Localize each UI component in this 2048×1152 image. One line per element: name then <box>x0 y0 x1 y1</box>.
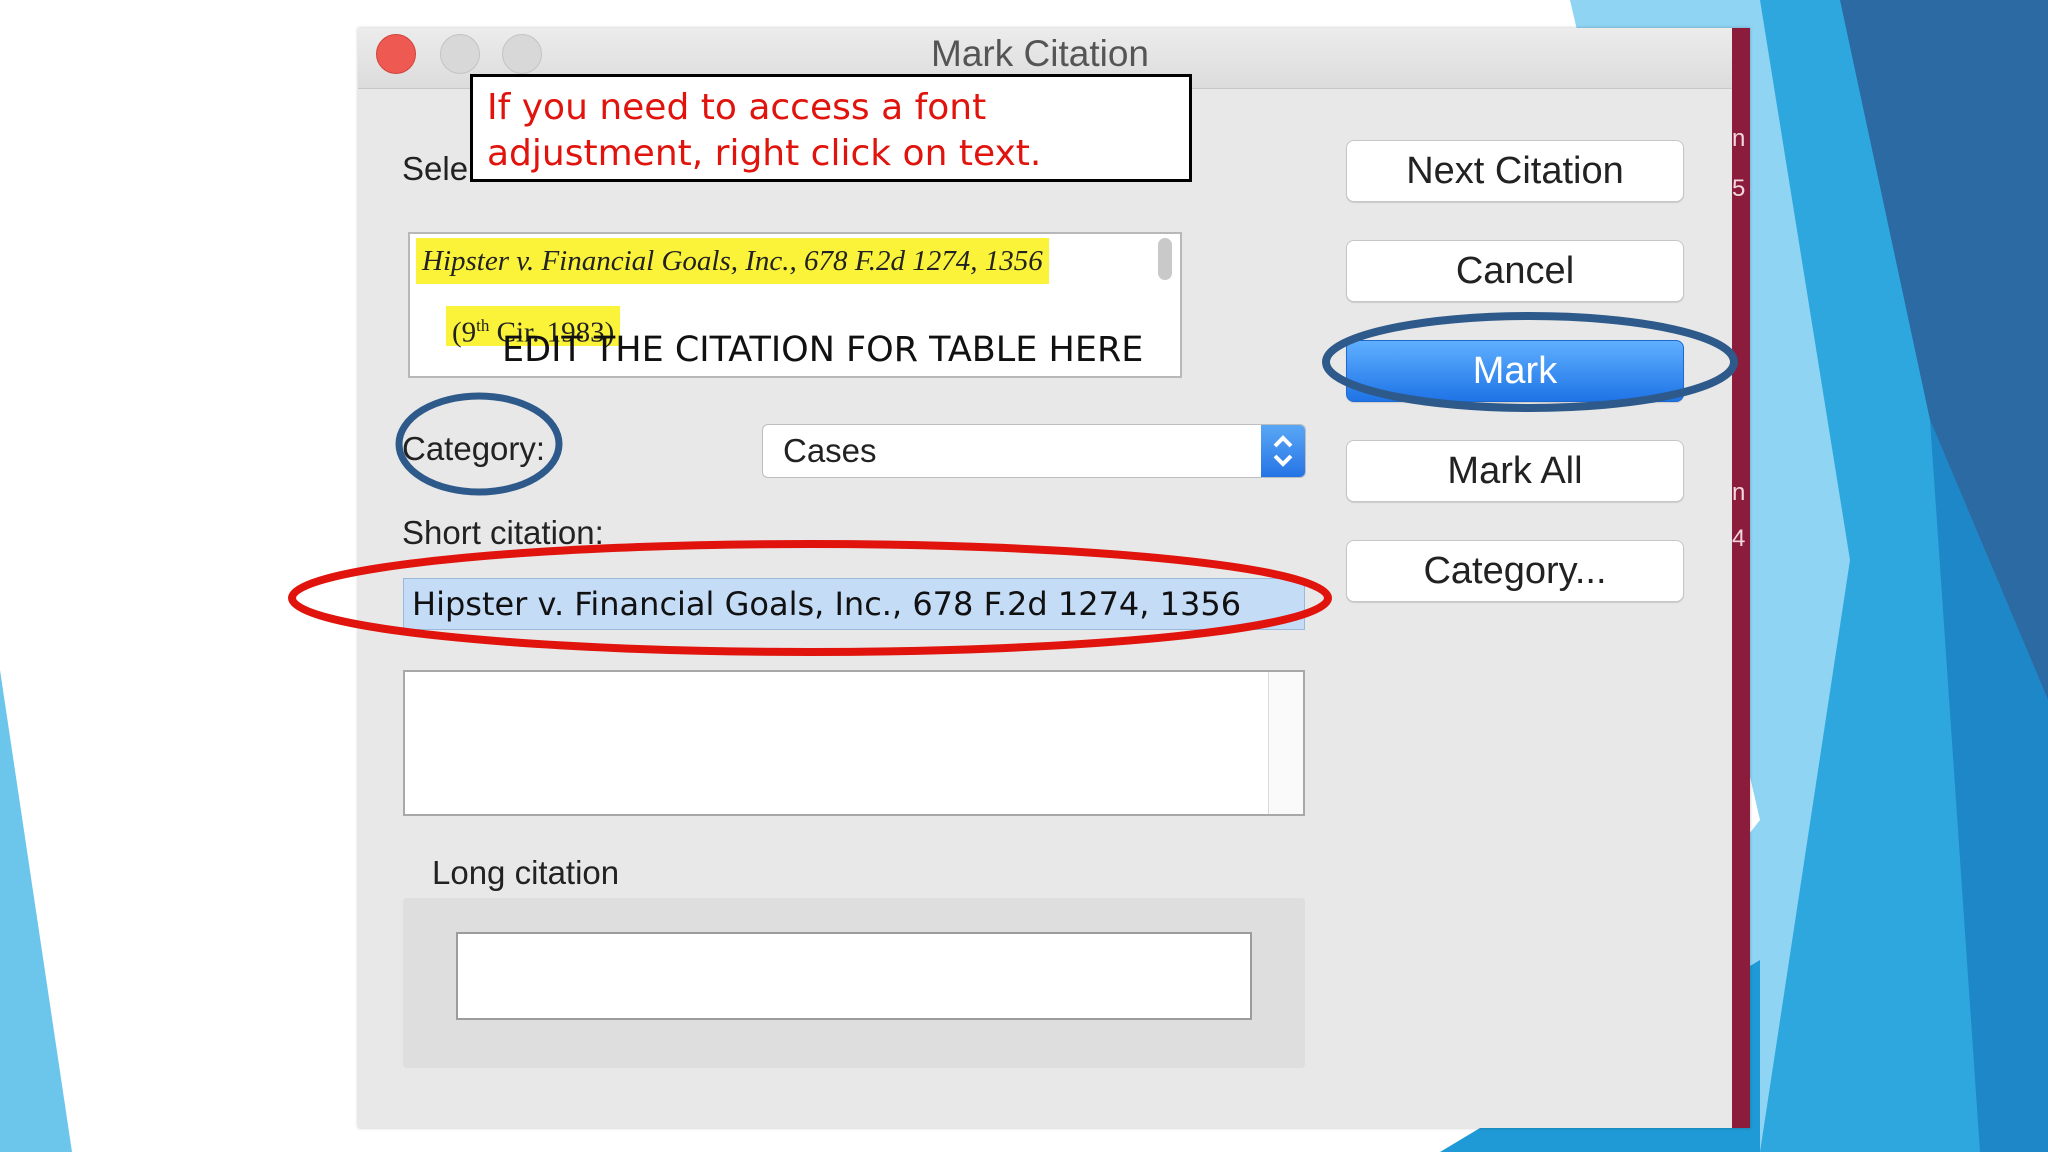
court-prefix: (9 <box>452 316 477 349</box>
mark-all-button[interactable]: Mark All <box>1346 440 1684 502</box>
mark-button[interactable]: Mark <box>1346 340 1684 402</box>
font-adjustment-note: If you need to access a font adjustment,… <box>470 74 1192 182</box>
category-button[interactable]: Category... <box>1346 540 1684 602</box>
long-citation-label: Long citation <box>432 854 620 891</box>
category-selected-value: Cases <box>783 432 877 469</box>
note-line-2: adjustment, right click on text. <box>487 133 1042 174</box>
window-title: Mark Citation <box>931 33 1149 74</box>
short-citation-label: Short citation: <box>402 514 604 551</box>
minimize-button[interactable] <box>440 34 480 74</box>
cancel-button[interactable]: Cancel <box>1346 240 1684 302</box>
category-select[interactable]: Cases <box>762 424 1306 478</box>
ordinal-suffix: th <box>476 316 490 335</box>
selected-citation-line: Hipster v. Financial Goals, Inc., 678 F.… <box>416 238 1049 284</box>
selected-text-scrollbar[interactable] <box>1158 238 1172 280</box>
long-citation-input[interactable] <box>456 932 1252 1020</box>
note-line-1: If you need to access a font <box>487 87 987 128</box>
short-citation-list[interactable] <box>403 670 1305 816</box>
edit-instruction-text: EDIT THE CITATION FOR TABLE HERE <box>502 330 1144 370</box>
short-citation-input[interactable]: Hipster v. Financial Goals, Inc., 678 F.… <box>403 578 1305 630</box>
category-label: Category: <box>402 430 546 467</box>
selected-text-label: Sele <box>402 150 469 187</box>
left-accent-shape <box>0 670 72 1152</box>
background-glyph: 5 <box>1732 176 1746 202</box>
short-citation-list-scrollbar[interactable] <box>1268 672 1303 814</box>
background-glyph: n <box>1732 480 1746 506</box>
next-citation-button[interactable]: Next Citation <box>1346 140 1684 202</box>
background-glyph: 4 <box>1732 526 1746 552</box>
close-button[interactable] <box>376 34 416 74</box>
background-glyph: n <box>1732 126 1746 152</box>
zoom-button[interactable] <box>502 34 542 74</box>
select-stepper-icon <box>1261 425 1305 477</box>
